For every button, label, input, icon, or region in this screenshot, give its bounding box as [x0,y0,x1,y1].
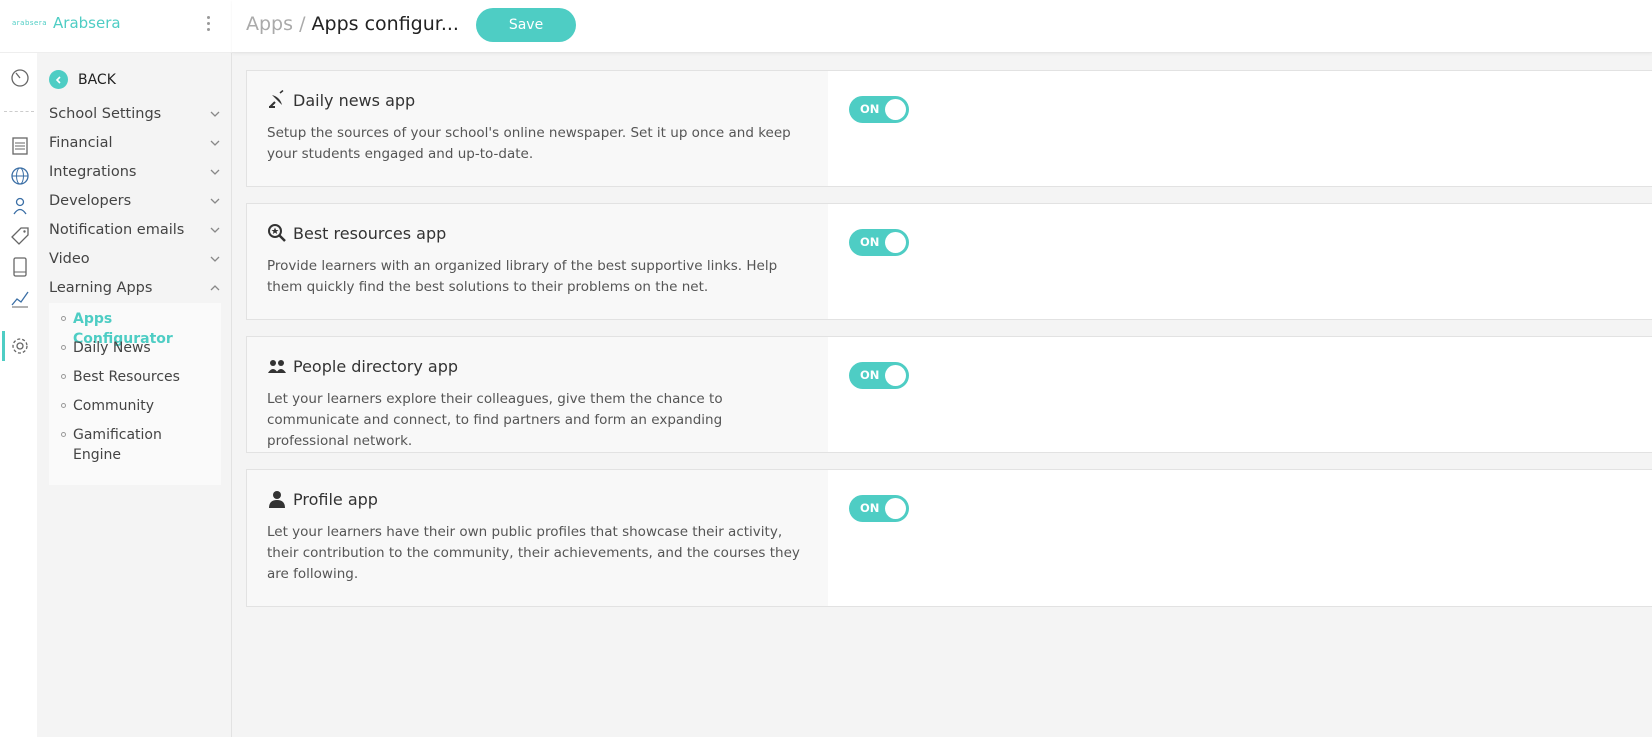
app-card-info: Best resources app Provide learners with… [247,204,828,319]
app-card-profile: Profile app Let your learners have their… [246,469,1652,607]
sidebar-item-financial[interactable]: Financial [49,130,221,156]
sidebar-item-video[interactable]: Video [49,246,221,272]
toggle-knob [885,365,906,386]
satellite-dish-icon [269,90,284,108]
submenu-item-label: Best Resources [73,369,180,385]
chevron-down-icon [210,140,220,146]
app-title-text: Profile app [293,489,378,509]
bullet-icon [61,316,66,321]
app-card-best-resources: Best resources app Provide learners with… [246,203,1652,320]
submenu-item-best-resources[interactable]: Best Resources [61,367,211,387]
toggle-knob [885,498,906,519]
app-description: Provide learners with an organized libra… [267,258,778,295]
brand-logo: arabsera [12,19,48,27]
sidebar-item-integrations[interactable]: Integrations [49,159,221,185]
app-title-text: Daily news app [293,90,416,110]
sidebar-item-label: Notification emails [49,222,185,238]
toggle-label: ON [860,235,880,249]
rail-active-indicator [2,331,5,361]
chevron-down-icon [210,227,220,233]
submenu-item-label: Daily News [73,340,151,356]
chevron-down-icon [210,198,220,204]
toggle-label: ON [860,501,880,515]
toggle-label: ON [860,368,880,382]
toggle-knob [885,232,906,253]
page-title: Apps configur... [311,13,459,35]
app-title: Best resources app [267,223,446,243]
sidebar-item-school-settings[interactable]: School Settings [49,101,221,127]
app-title: People directory app [267,356,458,376]
sidebar-item-label: School Settings [49,106,162,122]
sidebar-item-developers[interactable]: Developers [49,188,221,214]
toggle-label: ON [860,102,880,116]
search-star-icon [268,224,286,242]
sidebar-item-label: Learning Apps [49,280,153,296]
toggle-knob [885,99,906,120]
person-icon[interactable] [9,195,31,217]
people-directory-toggle[interactable]: ON [849,362,909,389]
app-card-info: Profile app Let your learners have their… [247,470,828,606]
back-label: BACK [78,71,116,88]
chevron-down-icon [210,169,220,175]
sidebar-item-notification-emails[interactable]: Notification emails [49,217,221,243]
app-description: Let your learners explore their colleagu… [267,391,723,449]
submenu-item-daily-news[interactable]: Daily News [61,338,211,358]
brand[interactable]: arabsera Arabsera [12,14,121,32]
sidebar-item-label: Developers [49,193,132,209]
breadcrumb: Apps / Apps configur... [246,13,459,35]
submenu-item-community[interactable]: Community [61,396,211,416]
bullet-icon [61,403,66,408]
chevron-down-icon [210,256,220,262]
best-resources-toggle[interactable]: ON [849,229,909,256]
chevron-left-icon [49,70,68,89]
breadcrumb-parent[interactable]: Apps [246,13,293,35]
sidebar-item-learning-apps[interactable]: Learning Apps [49,275,221,301]
gear-icon[interactable] [9,335,31,357]
sidebar-item-label: Integrations [49,164,137,180]
globe-icon[interactable] [9,165,31,187]
app-title-text: People directory app [293,356,459,376]
profile-toggle[interactable]: ON [849,495,909,522]
submenu-item-gamification-engine[interactable]: Gamification Engine [61,425,171,465]
brand-bar: arabsera Arabsera [0,0,232,53]
daily-news-toggle[interactable]: ON [849,96,909,123]
chart-icon[interactable] [9,287,31,309]
app-card-info: People directory app Let your learners e… [247,337,828,452]
app-card-daily-news: Daily news app Setup the sources of your… [246,70,1652,187]
bullet-icon [61,432,66,437]
rail-divider [4,111,34,112]
app-card-people-directory: People directory app Let your learners e… [246,336,1652,453]
bullet-icon [61,345,66,350]
chevron-up-icon [210,285,220,291]
app-description: Let your learners have their own public … [267,524,800,582]
bullet-icon [61,374,66,379]
brand-name: Arabsera [53,14,121,32]
sidebar-item-label: Financial [49,135,113,151]
people-icon [268,360,286,373]
app-card-info: Daily news app Setup the sources of your… [247,71,828,186]
submenu-item-label: Gamification Engine [73,427,162,463]
app-title: Profile app [267,489,378,509]
back-button[interactable]: BACK [49,70,116,89]
app-description: Setup the sources of your school's onlin… [267,125,791,162]
icon-rail [0,53,37,737]
tablet-icon[interactable] [9,256,31,278]
breadcrumb-separator: / [299,13,306,35]
sidebar-item-label: Video [49,251,90,267]
tag-icon[interactable] [9,225,31,247]
page-header: Apps / Apps configur... Save [232,0,1652,53]
chevron-down-icon [210,111,220,117]
app-title: Daily news app [267,90,415,110]
document-icon[interactable] [9,135,31,157]
learning-apps-submenu: Apps Configurator Daily News Best Resour… [49,303,221,485]
speedometer-icon[interactable] [9,67,31,89]
app-title-text: Best resources app [293,223,447,243]
sidebar: BACK School Settings Financial Integrati… [37,53,232,737]
more-options-icon[interactable] [204,16,212,31]
user-icon [269,491,285,508]
save-button[interactable]: Save [476,8,576,42]
submenu-item-label: Community [73,398,155,414]
